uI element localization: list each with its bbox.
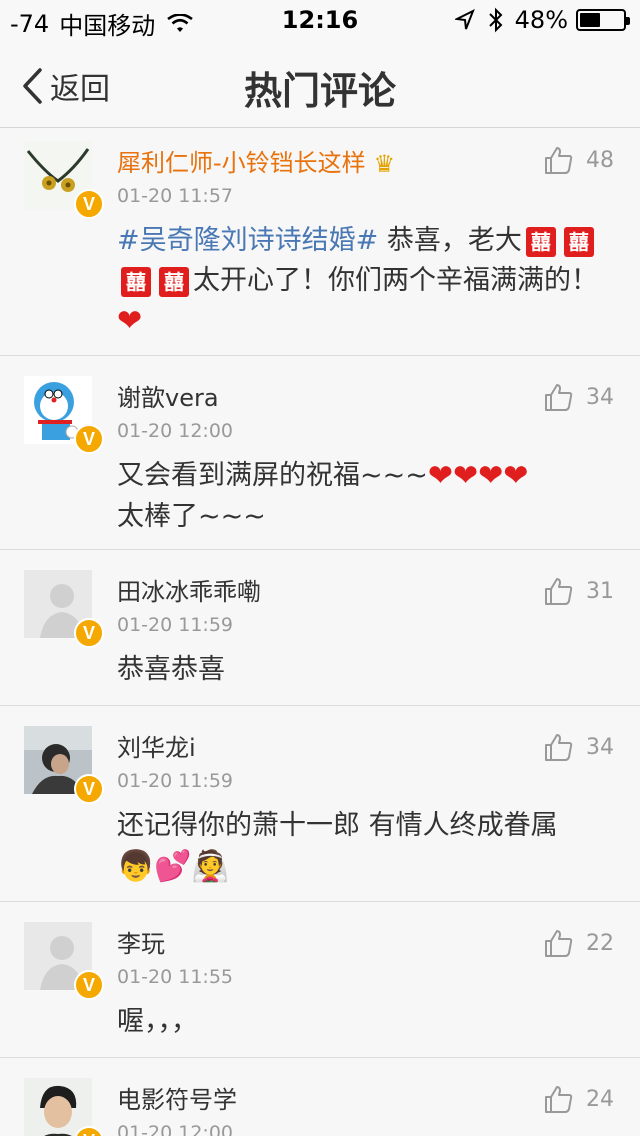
avatar[interactable]: V bbox=[24, 1078, 104, 1136]
thumbs-up-icon bbox=[545, 1086, 573, 1113]
like-button[interactable]: 34 bbox=[544, 382, 614, 412]
comment-text-part: 还记得你的萧十一郎 有情人终成眷属 bbox=[117, 810, 558, 841]
heart-icon: ❤ bbox=[427, 458, 454, 494]
comment-text: 还记得你的萧十一郎 有情人终成眷属 👦💕👰 bbox=[117, 806, 617, 887]
comment-text-part: 太棒了~~~ bbox=[117, 500, 266, 532]
thumbs-up-icon bbox=[545, 734, 573, 761]
heart-icon: ❤ bbox=[117, 303, 143, 339]
battery-fill bbox=[580, 13, 600, 27]
battery-icon bbox=[576, 9, 630, 31]
comment-item[interactable]: V 田冰冰乖乖嘞 01-20 11:59 恭喜恭喜 31 bbox=[0, 550, 640, 706]
comment-text: #吴奇隆刘诗诗结婚# 恭喜，老大囍囍囍囍太开心了！你们两个辛福满满的！ ❤ bbox=[117, 221, 617, 342]
like-count: 24 bbox=[586, 1086, 614, 1112]
avatar[interactable]: V bbox=[24, 726, 104, 804]
avatar[interactable]: V bbox=[24, 570, 104, 648]
navigation-bar: 返回 热门评论 bbox=[0, 40, 640, 128]
couple-emoji-icon: 👦💕👰 bbox=[117, 848, 230, 884]
heart-icon: ❤ bbox=[453, 458, 479, 494]
like-count: 34 bbox=[586, 734, 614, 760]
comment-text-part: 又会看到满屏的祝福~~~ bbox=[117, 460, 428, 491]
comment-time: 01-20 11:59 bbox=[117, 770, 234, 792]
like-button[interactable]: 24 bbox=[544, 1084, 614, 1114]
comment-time: 01-20 12:00 bbox=[117, 1122, 234, 1136]
like-button[interactable]: 48 bbox=[544, 145, 614, 175]
like-button[interactable]: 31 bbox=[544, 576, 614, 606]
username[interactable]: 李玩 bbox=[117, 924, 165, 959]
page-title: 热门评论 bbox=[243, 69, 396, 113]
comment-list[interactable]: V 犀利仁师-小铃铛长这样 ♛ 01-20 11:57 #吴奇隆刘诗诗结婚# 恭喜… bbox=[0, 129, 640, 1136]
username[interactable]: 刘华龙i bbox=[117, 728, 196, 763]
like-count: 31 bbox=[586, 578, 614, 604]
double-happiness-icon: 囍 bbox=[563, 226, 594, 257]
comment-text-part: 恭喜，老大 bbox=[378, 225, 522, 256]
status-bar: -74 中国移动 12:16 48% bbox=[0, 0, 640, 40]
verified-badge-icon: V bbox=[74, 424, 104, 454]
username[interactable]: 犀利仁师-小铃铛长这样 ♛ bbox=[117, 143, 395, 178]
status-right: 48% bbox=[454, 6, 630, 34]
crown-icon: ♛ bbox=[373, 150, 396, 178]
comment-item[interactable]: V 犀利仁师-小铃铛长这样 ♛ 01-20 11:57 #吴奇隆刘诗诗结婚# 恭喜… bbox=[0, 129, 640, 356]
comment-time: 01-20 11:59 bbox=[117, 614, 234, 636]
thumbs-up-icon bbox=[545, 147, 573, 174]
comment-text: 恭喜恭喜 bbox=[117, 654, 225, 685]
thumbs-up-icon bbox=[545, 578, 573, 605]
thumbs-up-icon bbox=[545, 930, 573, 957]
location-arrow-icon bbox=[454, 9, 475, 30]
comment-item[interactable]: V 电影符号学 01-20 12:00 24 bbox=[0, 1058, 640, 1136]
double-happiness-icon: 囍 bbox=[525, 226, 556, 257]
double-happiness-icon: 囍 bbox=[121, 266, 151, 297]
comment-text-part: 太开心了！你们两个辛福满满的！ bbox=[193, 265, 598, 296]
comment-time: 01-20 11:55 bbox=[117, 966, 234, 988]
verified-badge-icon: V bbox=[74, 774, 104, 804]
double-happiness-icon: 囍 bbox=[159, 266, 189, 297]
username[interactable]: 电影符号学 bbox=[117, 1080, 237, 1115]
verified-badge-icon: V bbox=[74, 618, 104, 648]
like-count: 22 bbox=[586, 930, 614, 956]
username[interactable]: 田冰冰乖乖嘞 bbox=[117, 572, 261, 607]
username-text: 犀利仁师-小铃铛长这样 bbox=[117, 149, 366, 177]
avatar[interactable]: V bbox=[24, 922, 104, 1000]
hashtag-link[interactable]: #吴奇隆刘诗诗结婚# bbox=[117, 225, 378, 256]
comment-time: 01-20 12:00 bbox=[117, 420, 234, 442]
verified-badge-icon: V bbox=[74, 189, 104, 219]
comment-item[interactable]: V 刘华龙i 01-20 11:59 还记得你的萧十一郎 有情人终成眷属 👦💕👰… bbox=[0, 706, 640, 902]
username[interactable]: 谢歆vera bbox=[117, 378, 219, 413]
thumbs-up-icon bbox=[545, 384, 573, 411]
comment-item[interactable]: V 谢歆vera 01-20 12:00 又会看到满屏的祝福~~~❤❤❤❤ 太棒… bbox=[0, 356, 640, 550]
comment-item[interactable]: V 李玩 01-20 11:55 喔，，， 22 bbox=[0, 902, 640, 1058]
heart-icon: ❤ bbox=[503, 458, 529, 494]
like-button[interactable]: 22 bbox=[544, 928, 614, 958]
like-count: 34 bbox=[586, 384, 614, 410]
bluetooth-icon bbox=[488, 7, 503, 33]
like-count: 48 bbox=[586, 147, 614, 173]
comment-text: 喔，，， bbox=[117, 1006, 198, 1037]
heart-icon: ❤ bbox=[478, 458, 504, 494]
avatar[interactable]: V bbox=[24, 141, 104, 219]
comment-text: 又会看到满屏的祝福~~~❤❤❤❤ 太棒了~~~ bbox=[117, 456, 617, 537]
comment-time: 01-20 11:57 bbox=[117, 185, 234, 207]
battery-percent: 48% bbox=[514, 6, 568, 34]
avatar[interactable]: V bbox=[24, 376, 104, 454]
like-button[interactable]: 34 bbox=[544, 732, 614, 762]
verified-badge-icon: V bbox=[74, 970, 104, 1000]
